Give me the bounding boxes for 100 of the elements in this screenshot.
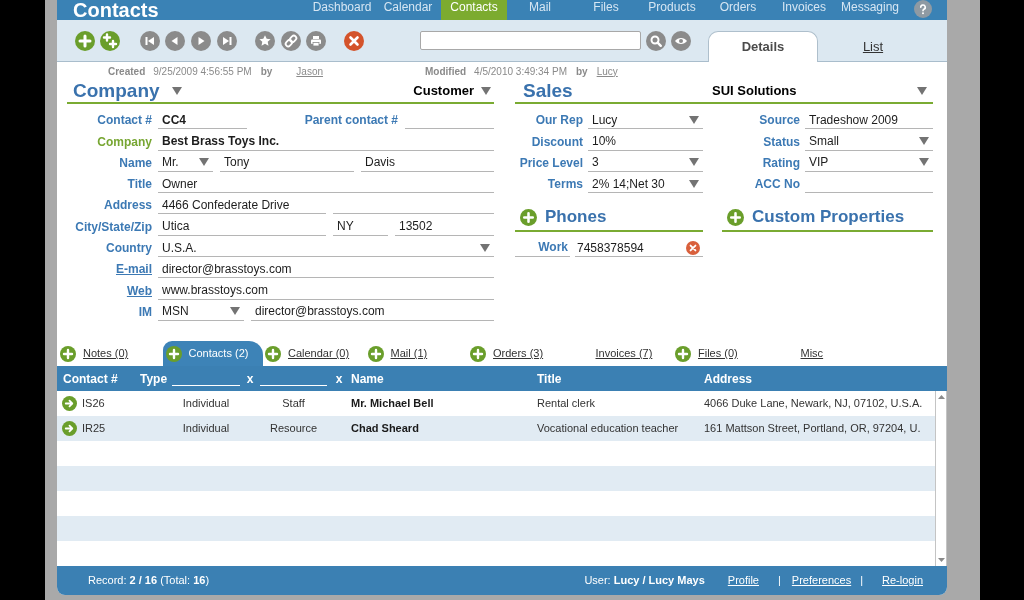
input-field[interactable]: director@brasstoys.com <box>158 260 494 279</box>
input-field[interactable]: NY <box>333 217 388 236</box>
play-icon[interactable] <box>191 30 211 51</box>
table-cell-text: Individual <box>182 421 230 437</box>
meta-label: by <box>260 64 273 79</box>
input-field[interactable]: Utica <box>158 217 326 236</box>
view-tab[interactable]: List <box>862 39 884 55</box>
input-field[interactable]: Davis <box>361 153 494 172</box>
plus-icon[interactable] <box>165 345 182 362</box>
plus-icon[interactable] <box>675 345 691 362</box>
input-field[interactable]: Tony <box>220 153 354 172</box>
company-select[interactable]: SUI Solutions <box>712 81 927 101</box>
section-heading: Phones <box>545 206 607 229</box>
field-label: Address <box>102 197 152 215</box>
field-label: Parent contact # <box>303 112 398 130</box>
column-header: Contact # <box>63 370 118 388</box>
related-tab[interactable]: Calendar (0) <box>265 345 350 362</box>
table-cell-text: 161 Mattson Street, Portland, OR, 97204, U. <box>704 421 921 437</box>
input-field[interactable]: 10% <box>588 132 703 151</box>
skip-forward-icon[interactable] <box>217 30 237 51</box>
caret-icon[interactable] <box>171 87 182 95</box>
footer-link[interactable]: Re-login <box>882 572 923 589</box>
search-icon[interactable] <box>646 30 666 51</box>
user-link[interactable]: Lucy <box>596 63 618 79</box>
arrow-right-icon[interactable] <box>62 396 77 411</box>
field-label: Status <box>762 133 800 151</box>
cross-icon[interactable] <box>344 30 364 51</box>
select-field[interactable]: Mr. <box>158 153 213 172</box>
user-info: User: Lucy / Lucy Mays <box>584 573 705 589</box>
arrow-right-icon[interactable] <box>62 421 77 436</box>
table-cell-text: Vocational education teacher <box>537 421 679 437</box>
footer-link[interactable]: Profile <box>727 572 759 589</box>
link-separator: | <box>860 573 864 589</box>
input-field[interactable]: 13502 <box>395 217 494 236</box>
printer-icon[interactable] <box>306 30 326 51</box>
related-tab[interactable]: Contacts (2) <box>162 341 263 366</box>
select-field[interactable]: Lucy <box>588 111 703 130</box>
help-icon[interactable] <box>914 0 932 18</box>
column-header: Address <box>704 370 753 388</box>
related-tab[interactable]: Mail (1) <box>367 345 428 362</box>
plus-icon[interactable] <box>727 208 744 226</box>
input-field[interactable]: www.brasstoys.com <box>158 281 494 300</box>
category-select[interactable]: Customer <box>413 81 491 101</box>
meta-value: 9/25/2009 4:56:55 PM <box>153 64 252 79</box>
plus-icon[interactable] <box>470 345 486 362</box>
back-icon[interactable] <box>165 30 185 51</box>
footer-link[interactable]: Preferences <box>791 572 852 589</box>
input-field[interactable]: 7458378594 <box>575 239 703 258</box>
cross-icon[interactable] <box>686 240 700 255</box>
app-title: Contacts <box>73 0 159 20</box>
related-tab[interactable]: Orders (3) <box>470 345 544 362</box>
related-tab[interactable]: Notes (0) <box>60 345 129 362</box>
meta-label: Modified <box>425 64 467 79</box>
plus-icon[interactable] <box>60 345 76 362</box>
select-field[interactable]: Small <box>805 132 933 151</box>
input-field[interactable]: director@brasstoys.com <box>251 302 494 321</box>
scroll-down-icon[interactable] <box>937 558 945 562</box>
skip-back-icon[interactable] <box>140 30 160 51</box>
related-tab[interactable]: Invoices (7) <box>572 345 653 362</box>
field-label: IM <box>137 303 152 321</box>
plus-icon[interactable] <box>367 345 384 362</box>
related-tab[interactable]: Files (0) <box>675 345 738 362</box>
input-field[interactable]: 4466 Confederate Drive <box>158 196 326 215</box>
phone-type-field[interactable]: Work <box>515 239 570 258</box>
caret-icon <box>199 158 209 167</box>
scroll-up-icon[interactable] <box>937 395 945 399</box>
plus-icon[interactable] <box>75 30 95 51</box>
plus-icon[interactable] <box>520 208 537 226</box>
input-field[interactable]: Owner <box>158 175 494 194</box>
scrollbar[interactable] <box>935 391 947 566</box>
field-label: ACC No <box>753 176 800 194</box>
caret-icon <box>230 307 240 316</box>
clear-filter-button[interactable]: x <box>335 371 343 386</box>
plus-icon[interactable] <box>265 345 281 362</box>
field-link[interactable]: E-mail <box>57 260 152 279</box>
field-label: Terms <box>546 176 583 194</box>
view-tab[interactable]: Details <box>708 31 818 62</box>
eye-icon[interactable] <box>671 30 691 51</box>
link-icon[interactable] <box>281 30 301 51</box>
select-field[interactable]: 3 <box>588 153 703 172</box>
section-heading: Custom Properties <box>752 206 905 229</box>
field-link[interactable]: Web <box>57 281 152 300</box>
user-link[interactable]: Jason <box>296 63 324 79</box>
caret-icon <box>919 137 929 146</box>
input-field[interactable]: CC4 <box>158 111 247 130</box>
select-field[interactable]: MSN <box>158 302 244 321</box>
field-label: Discount <box>530 133 583 151</box>
double-plus-icon[interactable] <box>100 30 120 51</box>
select-field[interactable]: U.S.A. <box>158 239 494 258</box>
select-field[interactable]: VIP <box>805 153 933 172</box>
clear-filter-button[interactable]: x <box>246 371 254 386</box>
search-field[interactable] <box>420 31 641 50</box>
related-tab[interactable]: Misc <box>777 345 824 362</box>
field-label: Contact # <box>96 112 152 130</box>
meta-value: 4/5/2010 3:49:34 PM <box>474 64 567 79</box>
select-field[interactable]: 2% 14;Net 30 <box>588 175 703 194</box>
input-field[interactable]: Best Brass Toys Inc. <box>158 132 494 151</box>
table-cell-text: Resource <box>269 421 318 437</box>
caret-icon <box>480 243 490 252</box>
input-field[interactable]: Tradeshow 2009 <box>805 111 933 130</box>
